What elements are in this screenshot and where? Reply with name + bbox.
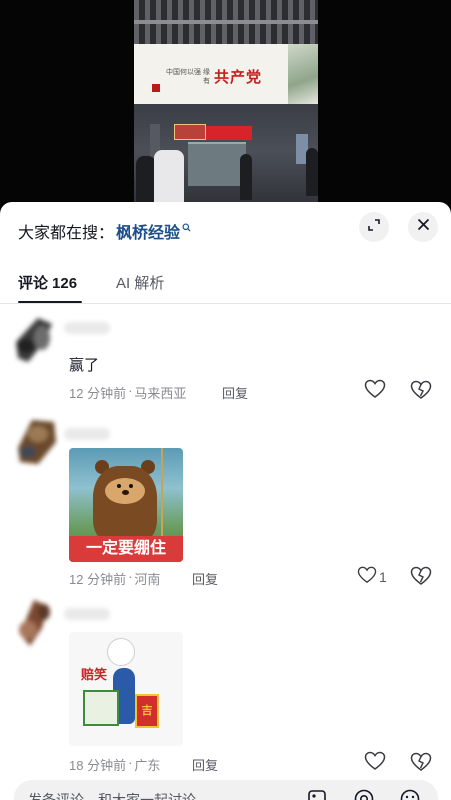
like-button[interactable] — [364, 751, 388, 776]
at-mention-icon[interactable] — [353, 788, 375, 800]
broken-heart-icon — [410, 566, 432, 590]
trending-search-prefix: 大家都在搜： — [18, 225, 115, 242]
comment-sticker[interactable]: 一定要绷住 — [69, 448, 183, 562]
billboard-big-text: 共产党 — [214, 68, 263, 86]
shopping-bag — [83, 690, 119, 726]
billboard-small-text: 中国何以强 缘有 — [166, 69, 210, 85]
video-player[interactable]: 中国何以强 缘有 共产党 — [0, 0, 451, 210]
bear-eye — [129, 484, 133, 488]
broken-heart-icon — [410, 380, 432, 404]
comment-time: 12 分钟前 — [69, 572, 127, 587]
username-blurred — [64, 322, 110, 334]
station-hall — [134, 104, 318, 210]
comment-item: 赔笑 吉 18 分钟前 · 广东 回复 — [0, 594, 451, 778]
shop-sign-logo — [174, 124, 206, 140]
comment-location: 河南 — [134, 572, 161, 587]
shopping-bag-red: 吉 — [135, 694, 159, 728]
comment-input-bar[interactable]: 发条评论，和大家一起讨论 — [14, 780, 438, 800]
username-blurred — [64, 608, 110, 620]
comment-input-placeholder: 发条评论，和大家一起讨论 — [28, 792, 196, 800]
meta-separator: · — [128, 755, 133, 770]
tab-comments-count: 126 — [52, 275, 78, 292]
comment-location: 广东 — [134, 758, 161, 773]
smiley-head — [107, 638, 135, 666]
passerby — [154, 150, 184, 210]
billboard-seal — [152, 84, 160, 92]
dislike-button[interactable] — [410, 380, 434, 402]
passerby — [240, 154, 252, 200]
like-button[interactable]: 1 — [357, 566, 393, 588]
passerby — [306, 148, 318, 196]
avatar[interactable] — [8, 412, 64, 468]
comment-sticker[interactable]: 赔笑 吉 — [69, 632, 183, 746]
trending-search-term[interactable]: 枫桥经验 — [116, 219, 180, 243]
sticker-caption: 赔笑 — [81, 667, 108, 682]
avatar[interactable] — [8, 594, 64, 650]
reply-button[interactable]: 回复 — [222, 383, 248, 402]
heart-icon — [364, 751, 386, 776]
image-icon[interactable] — [306, 788, 328, 800]
comment-item: 赢了 12 分钟前 · 马来西亚 回复 — [0, 308, 451, 412]
emoji-icon[interactable] — [399, 788, 421, 800]
tab-ai-analysis[interactable]: AI 解析 — [116, 272, 164, 293]
comment-time: 12 分钟前 — [69, 386, 127, 401]
dislike-button[interactable] — [410, 752, 434, 774]
heart-icon — [364, 379, 386, 404]
comment-panel: 大家都在搜： 枫桥经验 评论 126 AI 解析 赢了 12 分钟前 · 马来西亚 回… — [0, 202, 451, 800]
sticker-caption: 一定要绷住 — [69, 536, 183, 562]
close-button[interactable] — [408, 212, 438, 242]
reply-button[interactable]: 回复 — [192, 569, 218, 588]
search-icon — [182, 219, 191, 237]
video-frame: 中国何以强 缘有 共产党 — [134, 0, 318, 210]
ceiling — [134, 0, 318, 44]
like-button[interactable] — [364, 379, 388, 404]
avatar[interactable] — [8, 312, 64, 368]
expand-icon — [367, 218, 381, 237]
panel-tabs: 评论 126 AI 解析 — [0, 262, 451, 304]
rope — [161, 448, 163, 544]
comment-item: 一定要绷住 12 分钟前 · 河南 回复 1 — [0, 412, 451, 594]
billboard-art — [288, 44, 318, 104]
comment-time: 18 分钟前 — [69, 758, 127, 773]
comment-meta: 12 分钟前 · 河南 — [69, 569, 160, 588]
bear-eye — [117, 484, 121, 488]
like-count: 1 — [379, 569, 387, 585]
meta-separator: · — [128, 383, 133, 398]
shop-front — [188, 142, 246, 186]
broken-heart-icon — [410, 752, 432, 776]
reply-button[interactable]: 回复 — [192, 755, 218, 774]
billboard: 中国何以强 缘有 共产党 — [134, 44, 318, 104]
trending-search[interactable]: 大家都在搜： 枫桥经验 — [18, 220, 191, 242]
meta-separator: · — [128, 569, 133, 584]
username-blurred — [64, 428, 110, 440]
heart-icon — [357, 566, 377, 589]
comment-meta: 12 分钟前 · 马来西亚 — [69, 383, 186, 402]
comment-text: 赢了 — [69, 357, 100, 374]
expand-button[interactable] — [359, 212, 389, 242]
close-icon — [417, 218, 430, 236]
bear-nose — [122, 490, 129, 495]
comment-location: 马来西亚 — [134, 386, 187, 401]
tab-comments[interactable]: 评论 126 — [18, 272, 77, 293]
comment-meta: 18 分钟前 · 广东 — [69, 755, 160, 774]
dislike-button[interactable] — [410, 566, 434, 588]
tab-comments-label: 评论 — [18, 275, 49, 292]
active-tab-indicator — [18, 301, 82, 303]
